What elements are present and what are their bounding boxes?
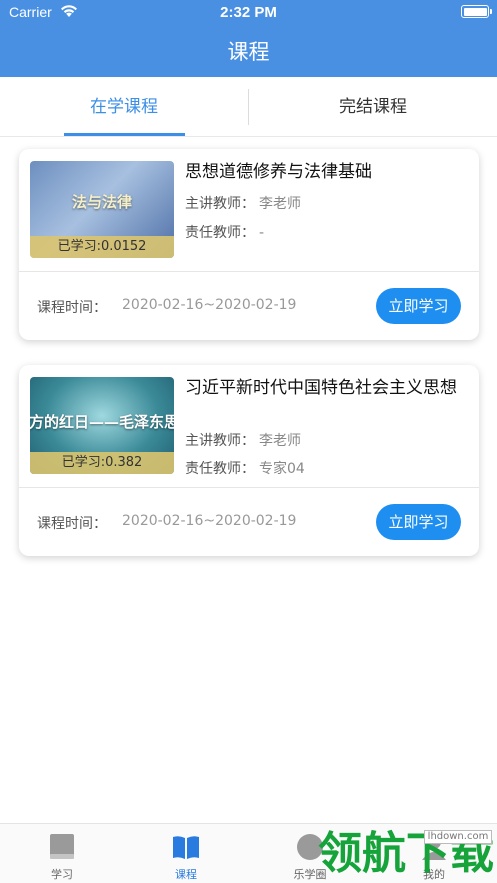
owner-label: 责任教师： [185,461,255,477]
course-title: 习近平新时代中国特色社会主义思想 [185,378,457,398]
course-owner: 责任教师： - [185,222,264,242]
start-study-button[interactable]: 立即学习 [376,504,461,540]
course-teacher: 主讲教师： 李老师 [185,193,301,213]
tab-studying[interactable]: 在学课程 [0,77,248,137]
owner-value: - [259,225,265,241]
course-time-value: 2020-02-16~2020-02-19 [122,297,297,313]
thumbnail-caption: 方的红日——毛泽东思 [30,413,174,431]
course-card[interactable]: 法与法律 已学习:0.0152 思想道德修养与法律基础 主讲教师： 李老师 责任教… [19,149,479,340]
start-study-button[interactable]: 立即学习 [376,288,461,324]
course-thumbnail: 方的红日——毛泽东思 已学习:0.382 [30,377,174,474]
tabbar-label: 课程 [175,868,197,881]
teacher-label: 主讲教师： [185,433,255,449]
thumbnail-caption: 法与法律 [71,193,132,211]
tabbar-label: 学习 [51,868,73,881]
card-divider [19,271,479,272]
progress-label: 已学习:0.382 [30,452,174,474]
app-header: Carrier 2:32 PM 课程 [0,0,497,77]
teacher-label: 主讲教师： [185,196,255,212]
course-time-label: 课程时间： [37,516,107,532]
owner-value: 专家04 [259,461,305,477]
course-title: 思想道德修养与法律基础 [185,162,372,182]
teacher-value: 李老师 [259,196,301,212]
study-icon [50,834,74,859]
book-icon [173,836,199,859]
card-divider [19,487,479,488]
watermark-url: lhdown.com [424,830,492,844]
course-thumbnail: 法与法律 已学习:0.0152 [30,161,174,258]
course-teacher: 主讲教师： 李老师 [185,430,301,450]
status-bar: Carrier 2:32 PM [0,0,497,26]
course-time-label: 课程时间： [37,300,107,316]
progress-label: 已学习:0.0152 [30,236,174,258]
course-time-value: 2020-02-16~2020-02-19 [122,513,297,529]
tabbar-item-courses[interactable]: 课程 [124,824,248,883]
owner-label: 责任教师： [185,225,255,241]
tabbar-item-study[interactable]: 学习 [0,824,124,883]
tab-completed[interactable]: 完结课程 [249,77,497,137]
page-title: 课程 [227,40,270,64]
course-owner: 责任教师： 专家04 [185,458,305,478]
course-tabs: 在学课程 完结课程 [0,77,497,137]
battery-icon [461,5,492,18]
active-tab-indicator [64,133,185,136]
course-card[interactable]: 方的红日——毛泽东思 已学习:0.382 习近平新时代中国特色社会主义思想 主讲… [19,365,479,556]
status-time: 2:32 PM [220,4,277,21]
teacher-value: 李老师 [259,433,301,449]
